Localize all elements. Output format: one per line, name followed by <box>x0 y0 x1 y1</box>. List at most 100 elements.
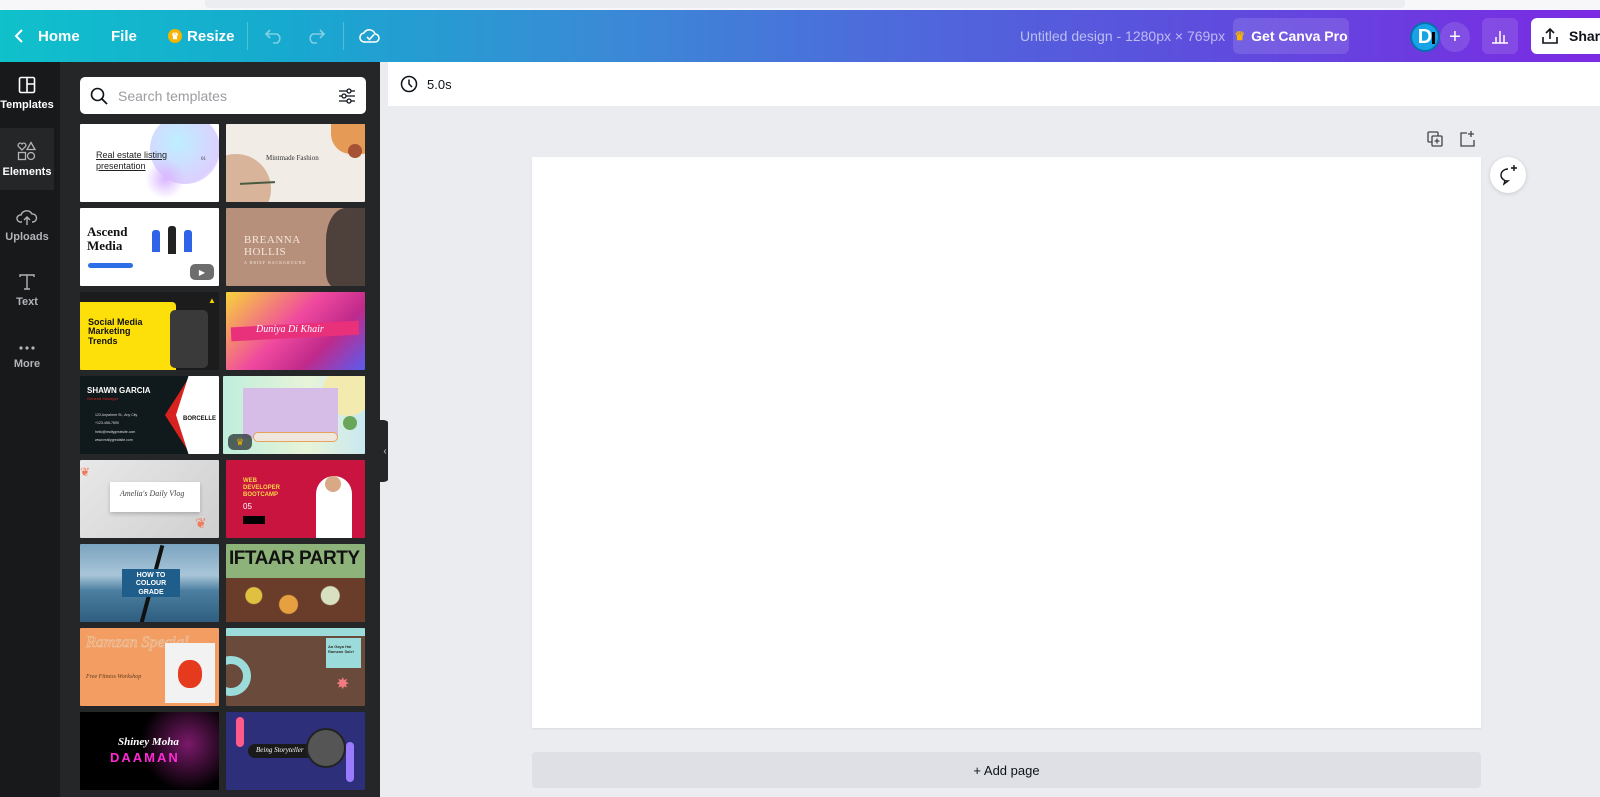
save-status-button[interactable] <box>359 10 381 62</box>
template-card[interactable]: Aa Gaya Hai Ramzan Sale! ✸ <box>226 628 365 706</box>
video-badge-icon: ▶ <box>190 264 214 280</box>
template-card[interactable]: Amelia's Daily Vlog ❦ ❦ <box>80 460 219 538</box>
cloud-check-icon <box>359 29 380 43</box>
template-title: IFTAAR PARTY <box>229 548 360 569</box>
template-card[interactable]: WEB DEVELOPER BOOTCAMP 05 <box>226 460 365 538</box>
timing-bar: 5.0s <box>388 62 1600 106</box>
template-card[interactable]: Duniya Di Khair <box>226 292 365 370</box>
template-title: HOW TO COLOUR GRADE <box>135 572 167 596</box>
share-button[interactable]: Share <box>1531 18 1600 54</box>
rail-label: Templates <box>0 98 54 111</box>
template-card[interactable]: Shiney Moha DAAMAN <box>80 712 219 790</box>
template-card[interactable]: BREANNA HOLLIS A BRIEF BACKGROUND <box>226 208 365 286</box>
rail-label: Uploads <box>5 230 49 243</box>
template-card[interactable]: Ramzan Special Free Fitness Workshop <box>80 628 219 706</box>
template-line: hello@reallygreatsite.com <box>95 430 136 434</box>
undo-button[interactable] <box>264 10 284 62</box>
template-title: Social Media Marketing Trends <box>88 317 143 346</box>
rail-item-more[interactable]: More <box>0 325 54 387</box>
template-brand: BORCELLE <box>183 416 216 422</box>
file-menu-button[interactable]: File <box>111 10 137 62</box>
add-page-icon[interactable] <box>1458 130 1476 148</box>
divider <box>247 22 248 50</box>
file-label: File <box>111 27 137 45</box>
template-title: Amelia's Daily Vlog <box>120 489 185 498</box>
template-title: SHAWN GARCIA <box>87 386 151 395</box>
elements-icon <box>17 140 37 160</box>
rail-label: Elements <box>2 165 52 178</box>
more-icon <box>19 345 35 350</box>
template-title: Being Storyteller <box>256 746 304 754</box>
resize-label: Resize <box>187 27 235 45</box>
template-subtitle: DAAMAN <box>110 750 180 765</box>
bar-chart-icon <box>1492 31 1508 44</box>
uploads-icon <box>16 209 38 225</box>
template-card[interactable]: Social Media Marketing Trends ▲ <box>80 292 219 370</box>
rail-label: More <box>13 357 41 370</box>
home-button[interactable]: Home <box>14 10 80 62</box>
pro-crown-icon: ▲ <box>208 296 216 305</box>
template-card[interactable]: ♛ <box>223 376 365 454</box>
rail-item-uploads[interactable]: Uploads <box>0 194 54 256</box>
template-title: Aa Gaya Hai Ramzan Sale! <box>328 644 355 654</box>
template-title: Mintmade Fashion <box>266 154 319 162</box>
add-collaborator-button[interactable]: + <box>1440 22 1470 52</box>
top-bar: Home File ♛ Resize Untitled design - 128… <box>0 10 1600 62</box>
template-card[interactable]: Ascend Media ▶ <box>80 208 219 286</box>
template-subtitle: A BRIEF BACKGROUND <box>244 260 307 265</box>
text-icon <box>19 273 35 290</box>
rail-item-templates[interactable]: Templates <box>0 62 54 124</box>
star-decoration: ✸ <box>336 676 350 693</box>
design-title[interactable]: Untitled design - 1280px × 769px <box>1020 10 1225 62</box>
template-title: Ascend Media <box>87 224 128 254</box>
search-bar <box>80 77 366 114</box>
template-title: Shiney Moha <box>118 736 179 748</box>
template-card[interactable]: IFTAAR PARTY <box>226 544 365 622</box>
plus-icon: + <box>1449 25 1461 48</box>
undo-icon <box>264 29 281 44</box>
add-comment-icon <box>1500 165 1517 186</box>
template-card[interactable]: Real estate listing presentation 01 <box>80 124 219 202</box>
home-label: Home <box>38 27 80 45</box>
add-page-button[interactable]: + Add page <box>532 752 1481 788</box>
template-card[interactable]: HOW TO COLOUR GRADE <box>80 544 219 622</box>
browser-strip <box>0 0 1600 10</box>
template-line: www.reallygreatsite.com <box>95 438 133 442</box>
get-canva-pro-button[interactable]: ♛ Get Canva Pro <box>1233 18 1349 54</box>
rail-label: Text <box>16 295 38 308</box>
template-subtitle: General Manager <box>87 396 119 401</box>
chevron-left-icon: ‹ <box>383 445 387 457</box>
template-line: +123-456-7890 <box>95 421 119 425</box>
rail-item-text[interactable]: Text <box>0 259 54 321</box>
duplicate-page-icon[interactable] <box>1426 130 1444 148</box>
filter-icon[interactable] <box>338 87 356 105</box>
clock-icon[interactable] <box>400 75 418 93</box>
rail-item-elements[interactable]: Elements <box>0 128 54 190</box>
template-title: WEB DEVELOPER BOOTCAMP <box>243 478 281 499</box>
template-card[interactable]: Mintmade Fashion <box>226 124 365 202</box>
template-title: Duniya Di Khair <box>256 324 324 335</box>
template-number: 01 <box>201 157 206 162</box>
leaf-decoration: ❦ <box>195 515 207 531</box>
crown-icon: ♛ <box>1234 29 1246 43</box>
avatar[interactable]: D <box>1410 22 1440 52</box>
design-canvas[interactable] <box>532 157 1481 728</box>
template-title: Real estate listing presentation <box>96 150 168 171</box>
resize-button[interactable]: ♛ Resize <box>168 10 235 62</box>
insights-button[interactable] <box>1482 18 1518 54</box>
share-label: Share <box>1569 28 1600 44</box>
crown-icon: ♛ <box>168 29 182 43</box>
pro-crown-icon: ♛ <box>228 434 252 450</box>
templates-icon <box>18 76 36 93</box>
template-card[interactable]: Being Storyteller <box>226 712 365 790</box>
redo-button[interactable] <box>306 10 326 62</box>
add-comment-button[interactable] <box>1490 157 1526 193</box>
page-duration[interactable]: 5.0s <box>427 77 452 92</box>
side-rail: Templates Elements Uploads Text More <box>0 62 60 797</box>
search-icon <box>90 87 108 105</box>
template-card[interactable]: BORCELLE SHAWN GARCIA General Manager 12… <box>80 376 219 454</box>
page-tools <box>1426 130 1476 148</box>
get-pro-label: Get Canva Pro <box>1251 28 1348 44</box>
search-input[interactable] <box>118 87 338 104</box>
redo-icon <box>309 29 326 44</box>
